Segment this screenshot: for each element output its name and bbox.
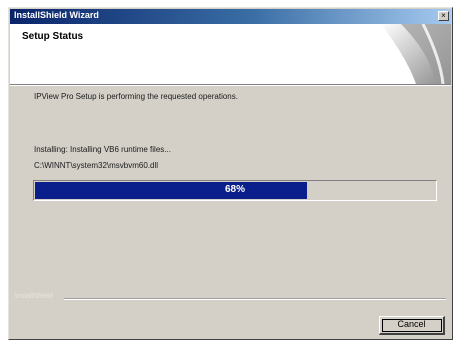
status-message: IPView Pro Setup is performing the reque… <box>34 92 238 101</box>
footer-divider <box>64 298 446 300</box>
close-icon: × <box>441 11 446 20</box>
page-title: Setup Status <box>22 31 84 42</box>
installing-text: Installing: Installing VB6 runtime files… <box>34 145 171 154</box>
progress-bar: 68% <box>33 180 437 201</box>
installer-dialog: InstallShield Wizard × Setup Status IPVi… <box>8 7 453 340</box>
header-divider <box>10 85 451 86</box>
title-bar[interactable]: InstallShield Wizard × <box>10 9 451 24</box>
header-graphic-icon <box>381 24 451 84</box>
window-title: InstallShield Wizard <box>14 10 99 20</box>
header-panel: Setup Status <box>10 24 451 85</box>
cancel-button[interactable]: Cancel <box>379 316 445 335</box>
footer-brand: InstallShield <box>15 293 53 300</box>
close-button[interactable]: × <box>438 11 449 21</box>
progress-percent: 68% <box>224 184 245 195</box>
current-file-path: C:\WINNT\system32\msvbvm60.dll <box>34 161 159 170</box>
